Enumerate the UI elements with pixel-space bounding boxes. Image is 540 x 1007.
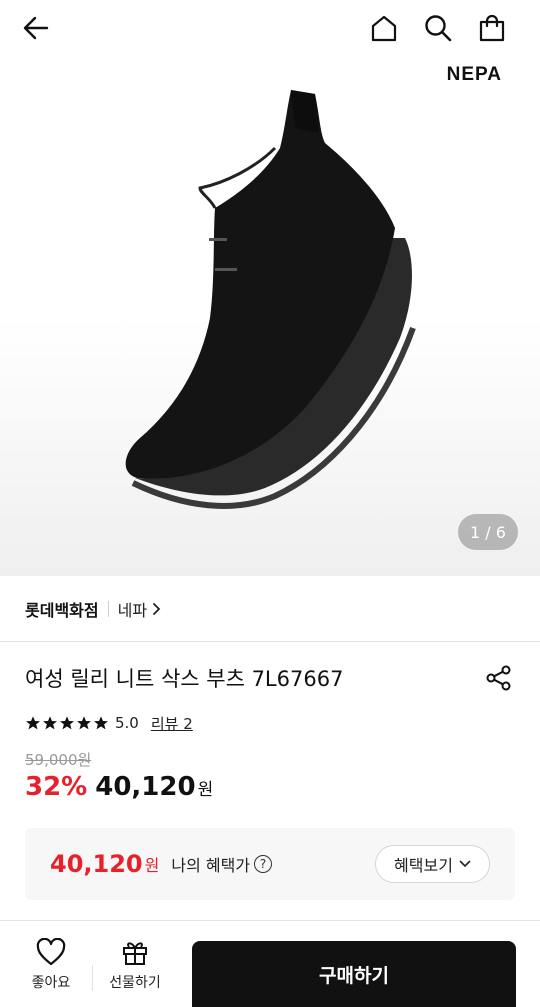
gift-button[interactable]: 선물하기 <box>100 921 170 1007</box>
benefit-price: 40,120 <box>50 850 143 878</box>
store-breadcrumb: 롯데백화점 네파 <box>0 576 540 642</box>
share-icon <box>486 665 511 691</box>
gift-icon <box>123 941 147 965</box>
view-benefits-button[interactable]: 혜택보기 <box>375 845 490 883</box>
price-row: 32% 40,120 원 <box>25 772 213 810</box>
search-button[interactable] <box>420 10 456 46</box>
divider <box>92 965 93 991</box>
cart-button[interactable] <box>474 10 510 46</box>
benefit-price-box: 40,120 원 나의 혜택가 ? 혜택보기 <box>25 828 515 900</box>
arrow-left-icon <box>23 16 49 40</box>
heart-icon <box>36 937 66 965</box>
original-price: 59,000원 <box>25 751 92 769</box>
buy-button[interactable]: 구매하기 <box>192 941 516 1007</box>
share-button[interactable] <box>483 662 515 694</box>
sale-price: 40,120 <box>95 772 196 802</box>
discount-rate: 32% <box>25 772 88 802</box>
star-icon <box>94 716 108 730</box>
product-image-gallery[interactable]: NEPA 1 / 6 <box>0 0 540 576</box>
like-label: 좋아요 <box>31 974 71 991</box>
review-link[interactable]: 리뷰 2 <box>151 713 193 734</box>
star-icon <box>43 716 57 730</box>
view-benefits-label: 혜택보기 <box>394 856 453 875</box>
chevron-down-icon <box>459 860 471 868</box>
home-icon <box>371 15 397 42</box>
shopping-bag-icon <box>479 14 505 42</box>
top-app-bar <box>0 0 540 56</box>
benefit-label: 나의 혜택가 <box>171 856 251 875</box>
home-button[interactable] <box>366 10 402 46</box>
gift-label: 선물하기 <box>109 974 161 991</box>
benefit-price-unit: 원 <box>144 856 160 875</box>
chevron-right-icon <box>153 602 161 615</box>
store-name[interactable]: 롯데백화점 <box>25 597 99 621</box>
product-image <box>125 90 416 509</box>
price-unit: 원 <box>197 780 214 800</box>
rating-value: 5.0 <box>115 714 139 732</box>
image-counter: 1 / 6 <box>458 514 518 550</box>
like-button[interactable]: 좋아요 <box>18 921 84 1007</box>
product-title: 여성 릴리 니트 삭스 부츠 7L67667 <box>25 667 344 691</box>
product-title-row: 여성 릴리 니트 삭스 부츠 7L67667 <box>25 660 515 696</box>
bottom-action-bar: 좋아요 선물하기 구매하기 <box>0 920 540 1007</box>
star-rating <box>25 715 109 731</box>
rating-row: 5.0 리뷰 2 <box>25 710 193 736</box>
star-icon <box>77 716 91 730</box>
star-icon <box>26 716 40 730</box>
search-icon <box>425 15 452 42</box>
divider <box>107 600 109 617</box>
brand-link[interactable]: 네파 <box>118 597 162 621</box>
brand-name: 네파 <box>117 600 148 620</box>
help-icon[interactable]: ? <box>254 855 273 873</box>
star-icon <box>60 716 74 730</box>
back-button[interactable] <box>18 10 54 46</box>
brand-logo: NEPA <box>446 64 502 85</box>
